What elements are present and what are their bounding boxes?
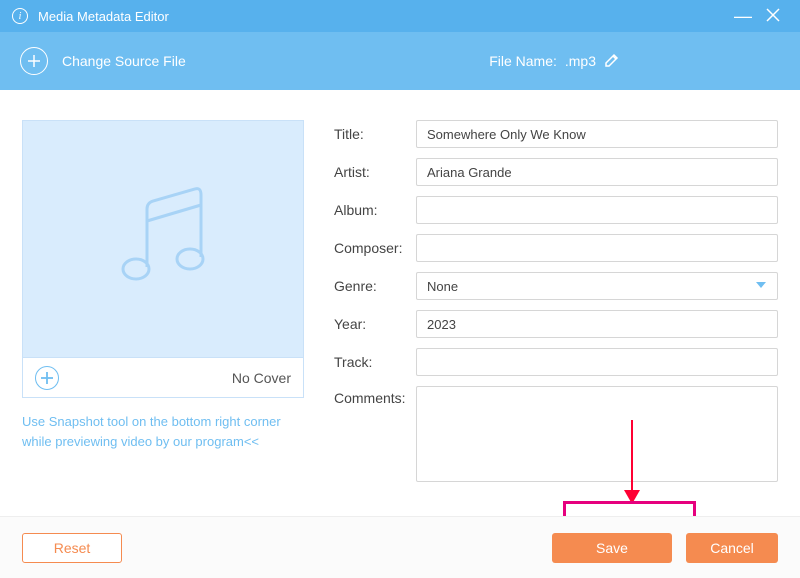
cover-column: No Cover Use Snapshot tool on the bottom… [22,120,304,492]
composer-input[interactable] [416,234,778,262]
add-cover-button[interactable] [35,366,59,390]
titlebar: i Media Metadata Editor — [0,0,800,32]
album-label: Album: [334,202,416,218]
cover-preview [22,120,304,358]
composer-label: Composer: [334,240,416,256]
comments-row: Comments: [334,386,778,482]
artist-input[interactable] [416,158,778,186]
comments-input[interactable] [416,386,778,482]
album-input[interactable] [416,196,778,224]
chevron-down-icon [755,279,767,294]
genre-select[interactable]: None [416,272,778,300]
track-input[interactable] [416,348,778,376]
track-row: Track: [334,348,778,376]
info-icon: i [12,8,28,24]
change-source-button[interactable]: Change Source File [62,53,489,69]
footer: Reset Save Cancel [0,516,800,578]
window-title: Media Metadata Editor [38,9,728,24]
toolbar: Change Source File File Name: .mp3 [0,32,800,90]
filename-group: File Name: .mp3 [489,52,620,71]
music-note-icon [103,179,223,299]
title-label: Title: [334,126,416,142]
year-label: Year: [334,316,416,332]
album-row: Album: [334,196,778,224]
year-input[interactable] [416,310,778,338]
track-label: Track: [334,354,416,370]
pencil-icon[interactable] [604,52,620,71]
change-source-icon[interactable] [20,47,48,75]
artist-row: Artist: [334,158,778,186]
comments-label: Comments: [334,390,416,406]
genre-row: Genre: None [334,272,778,300]
genre-label: Genre: [334,278,416,294]
no-cover-label: No Cover [232,370,291,386]
snapshot-hint: Use Snapshot tool on the bottom right co… [22,412,304,451]
main-content: No Cover Use Snapshot tool on the bottom… [0,90,800,502]
title-row: Title: [334,120,778,148]
year-row: Year: [334,310,778,338]
filename-value: .mp3 [565,53,596,69]
title-input[interactable] [416,120,778,148]
filename-label: File Name: [489,53,557,69]
close-button[interactable] [758,8,788,25]
genre-selected-value: None [427,279,755,294]
form-column: Title: Artist: Album: Composer: Genre: N… [334,120,778,492]
cover-actions-row: No Cover [22,358,304,398]
reset-button[interactable]: Reset [22,533,122,563]
minimize-button[interactable]: — [728,11,758,21]
cancel-button[interactable]: Cancel [686,533,778,563]
composer-row: Composer: [334,234,778,262]
artist-label: Artist: [334,164,416,180]
save-button[interactable]: Save [552,533,672,563]
